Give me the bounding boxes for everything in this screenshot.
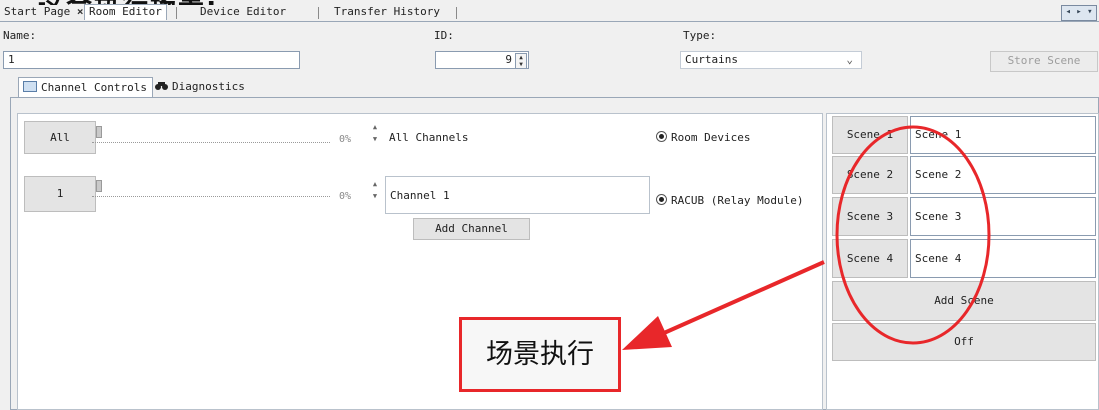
arrow-shaft xyxy=(663,260,825,335)
arrow-head xyxy=(622,316,672,350)
annotation-text: 场景执行 xyxy=(486,339,594,370)
highlight-ellipse xyxy=(835,125,991,345)
annotation-box: 场景执行 xyxy=(459,317,621,392)
